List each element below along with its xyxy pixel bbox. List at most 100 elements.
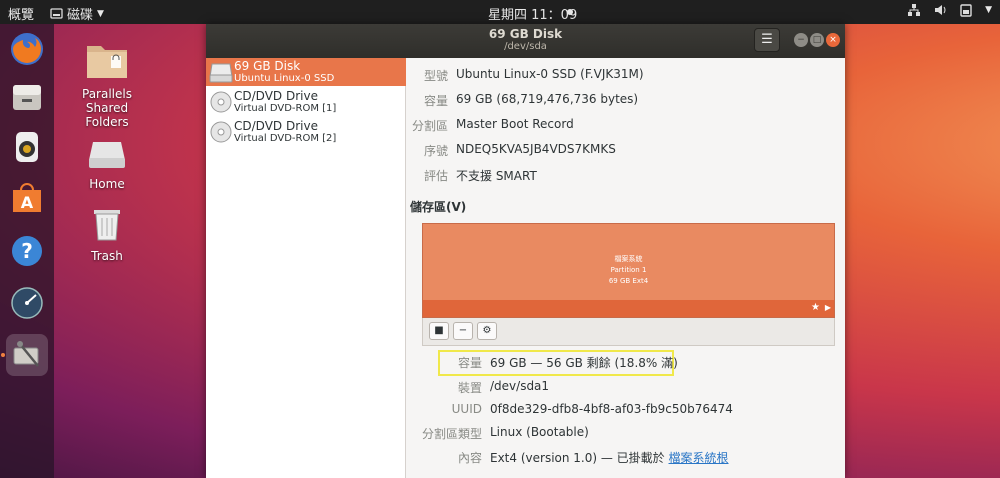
partition-type-label: 分割區類型: [421, 427, 482, 441]
partitioning-label: 分割區: [411, 119, 448, 133]
trash-icon: [94, 210, 120, 241]
drive-item-69gb-disk[interactable]: 69 GB Disk Ubuntu Linux-0 SSD: [206, 58, 406, 86]
size-value: 69 GB (68,719,476,736 bytes): [456, 92, 639, 106]
drive-icon: [89, 142, 125, 168]
mounted-play-icon: ▶: [824, 303, 831, 312]
svg-text:A: A: [21, 193, 34, 212]
gauge-icon: [11, 287, 43, 319]
model-value: Ubuntu Linux-0 SSD (F.VJK31M): [456, 67, 644, 81]
minimize-button[interactable]: −: [794, 33, 808, 47]
volumes-heading: 儲存區(V): [410, 200, 467, 214]
desktop-icon-home[interactable]: Home: [72, 140, 142, 191]
clock[interactable]: 星期四 11：09: [488, 4, 577, 23]
volume-icon[interactable]: [933, 3, 947, 17]
drive-model: Virtual DVD-ROM [2]: [234, 133, 337, 144]
minimize-icon: −: [797, 35, 805, 45]
device-value: /dev/sda1: [490, 379, 550, 393]
filesystem-bar[interactable]: [423, 300, 834, 317]
model-label: 型號: [423, 69, 448, 83]
software-launcher[interactable]: A: [6, 176, 48, 218]
drive-list: 69 GB Disk Ubuntu Linux-0 SSD CD/DVD Dri…: [206, 58, 406, 478]
running-indicator-icon: [1, 353, 5, 357]
chevron-down-icon: ▼: [97, 8, 104, 19]
serial-label: 序號: [423, 144, 448, 158]
contents-value: Ext4 (version 1.0) — 已掛載於 檔案系統根: [490, 449, 729, 466]
mount-point-link[interactable]: 檔案系統根: [669, 451, 729, 465]
partition-type-value: Linux (Bootable): [490, 425, 589, 439]
window-subtitle: /dev/sda: [504, 41, 547, 52]
hard-disk-icon: [209, 63, 233, 83]
desktop-icon-label: Parallels Shared Folders: [82, 87, 132, 129]
contents-text: Ext4 (version 1.0) — 已掛載於: [490, 451, 665, 465]
drive-name: 69 GB Disk: [234, 59, 301, 73]
desktop-icon-label: Home: [89, 177, 125, 191]
star-icon: ★: [811, 302, 820, 313]
drive-model: Virtual DVD-ROM [1]: [234, 103, 337, 114]
disks-window: 69 GB Disk /dev/sda ☰ − □ × 69 GB Disk U…: [206, 24, 845, 478]
firefox-launcher[interactable]: [6, 28, 48, 70]
partition-size-label: 容量: [457, 356, 482, 370]
serial-value: NDEQ5KVA5JB4VDS7KMKS: [456, 142, 616, 156]
minus-icon: −: [458, 325, 468, 336]
hamburger-menu-button[interactable]: ☰: [754, 28, 780, 52]
dock: A ?: [0, 24, 54, 478]
folder-icon: [87, 46, 127, 78]
battery-icon[interactable]: [959, 3, 973, 17]
partition-size-type: 69 GB Ext4: [608, 277, 649, 285]
updater-launcher[interactable]: [6, 282, 48, 324]
drive-item-cd-dvd-1[interactable]: CD/DVD Drive Virtual DVD-ROM [1]: [206, 88, 406, 116]
top-bar: 概覽 磁碟 ▼ 星期四 11：09 ▼: [0, 0, 1000, 24]
app-menu[interactable]: 磁碟 ▼: [50, 4, 104, 23]
volume-toolbar: ■ − ⚙: [422, 318, 835, 346]
firefox-icon: [11, 33, 43, 65]
size-label: 容量: [423, 94, 448, 108]
chevron-down-icon[interactable]: ▼: [985, 5, 992, 15]
software-center-icon: A: [13, 183, 41, 212]
desktop-icon-trash[interactable]: Trash: [72, 206, 142, 263]
window-titlebar[interactable]: 69 GB Disk /dev/sda ☰ − □ ×: [206, 24, 845, 58]
assessment-value: 不支援 SMART: [456, 169, 537, 183]
partition-fs-label: 檔案系統: [614, 255, 643, 263]
drive-item-cd-dvd-2[interactable]: CD/DVD Drive Virtual DVD-ROM [2]: [206, 118, 406, 146]
maximize-icon: □: [812, 35, 822, 45]
partition-block-text: 檔案系統 Partition 1 69 GB Ext4: [423, 254, 834, 287]
disks-icon: [13, 341, 39, 367]
close-button[interactable]: ×: [826, 33, 840, 47]
partition-name: Partition 1: [610, 266, 647, 274]
files-launcher[interactable]: [6, 76, 48, 118]
close-icon: ×: [829, 35, 837, 45]
gears-icon: ⚙: [482, 325, 492, 336]
volume-map: 檔案系統 Partition 1 69 GB Ext4 ★ ▶: [422, 223, 835, 318]
partition-size-value: 69 GB — 56 GB 剩餘 (18.8% 滿): [490, 356, 678, 370]
desktop-icon-shared-folders[interactable]: Parallels Shared Folders: [72, 40, 142, 129]
uuid-label: UUID: [451, 402, 482, 416]
rhythmbox-launcher[interactable]: [6, 126, 48, 168]
stop-icon: ■: [434, 325, 444, 336]
notification-dot-icon: [567, 9, 573, 15]
assessment-label: 評估: [423, 169, 448, 183]
partitioning-value: Master Boot Record: [456, 117, 574, 131]
system-tray[interactable]: ▼: [907, 3, 992, 17]
disks-app-icon: [50, 8, 63, 19]
svg-text:?: ?: [21, 239, 33, 263]
contents-label: 內容: [457, 451, 482, 465]
delete-partition-button[interactable]: −: [453, 322, 473, 340]
help-launcher[interactable]: ?: [6, 230, 48, 272]
activities-button[interactable]: 概覽: [8, 4, 34, 23]
disks-launcher[interactable]: [6, 334, 48, 376]
speaker-icon: [16, 132, 38, 162]
partition-settings-button[interactable]: ⚙: [477, 322, 497, 340]
hamburger-icon: ☰: [761, 32, 773, 47]
device-label: 裝置: [457, 381, 482, 395]
desktop-icon-label: Trash: [91, 249, 123, 263]
optical-disc-icon: [210, 91, 232, 113]
maximize-button[interactable]: □: [810, 33, 824, 47]
uuid-value: 0f8de329-dfb8-4bf8-af03-fb9c50b76474: [490, 402, 733, 416]
app-menu-label: 磁碟: [67, 8, 94, 23]
drive-name: CD/DVD Drive: [234, 89, 318, 103]
help-icon: ?: [12, 236, 42, 266]
files-icon: [13, 85, 41, 110]
network-icon[interactable]: [907, 3, 921, 17]
drive-model: Ubuntu Linux-0 SSD: [234, 73, 335, 84]
unmount-button[interactable]: ■: [429, 322, 449, 340]
